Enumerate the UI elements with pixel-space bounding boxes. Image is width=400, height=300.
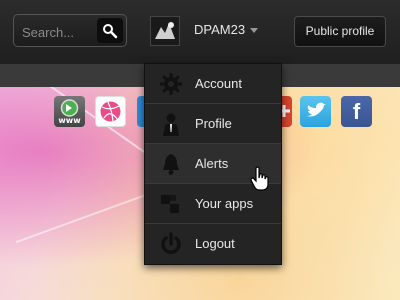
public-profile-button[interactable]: Public profile	[294, 16, 386, 47]
bell-icon	[163, 154, 179, 175]
caret-down-icon[interactable]	[250, 28, 258, 33]
menu-label: Logout	[195, 236, 235, 251]
menu-label: Profile	[195, 116, 232, 131]
search-box	[13, 14, 127, 47]
avatar[interactable]	[150, 16, 180, 46]
gear-icon	[160, 73, 182, 95]
twitter-icon[interactable]	[300, 96, 331, 127]
menu-label: Account	[195, 76, 242, 91]
search-icon	[103, 24, 118, 39]
username[interactable]: DPAM23	[194, 22, 245, 37]
menu-label: Your apps	[195, 196, 254, 211]
menu-label: Alerts	[195, 156, 229, 171]
hand-cursor-icon	[250, 166, 269, 191]
menu-item-account[interactable]: Account	[145, 64, 281, 104]
power-icon	[161, 232, 181, 254]
top-bar: DPAM23 Public profile	[0, 0, 400, 65]
menu-item-profile[interactable]: Profile	[145, 104, 281, 144]
search-button[interactable]	[97, 18, 123, 43]
dribbble-icon[interactable]	[95, 96, 126, 127]
www-icon[interactable]: www	[54, 96, 85, 127]
menu-item-logout[interactable]: Logout	[145, 224, 281, 264]
search-input[interactable]	[20, 21, 104, 43]
user-dropdown-menu: Account Profile Alerts Your apps Logout	[144, 63, 282, 265]
person-icon	[163, 113, 179, 136]
facebook-icon[interactable]: f	[341, 96, 372, 127]
apps-icon	[161, 195, 179, 213]
